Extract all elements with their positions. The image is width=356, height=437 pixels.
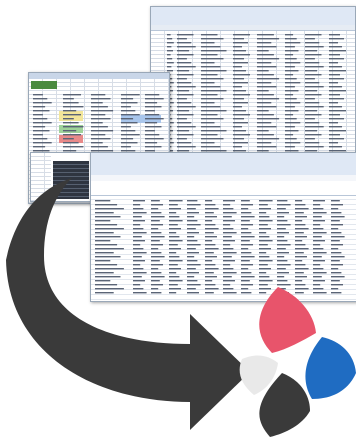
four-petal-logo-icon: [239, 287, 356, 437]
petal-blue: [305, 337, 356, 399]
petal-red: [259, 287, 316, 353]
